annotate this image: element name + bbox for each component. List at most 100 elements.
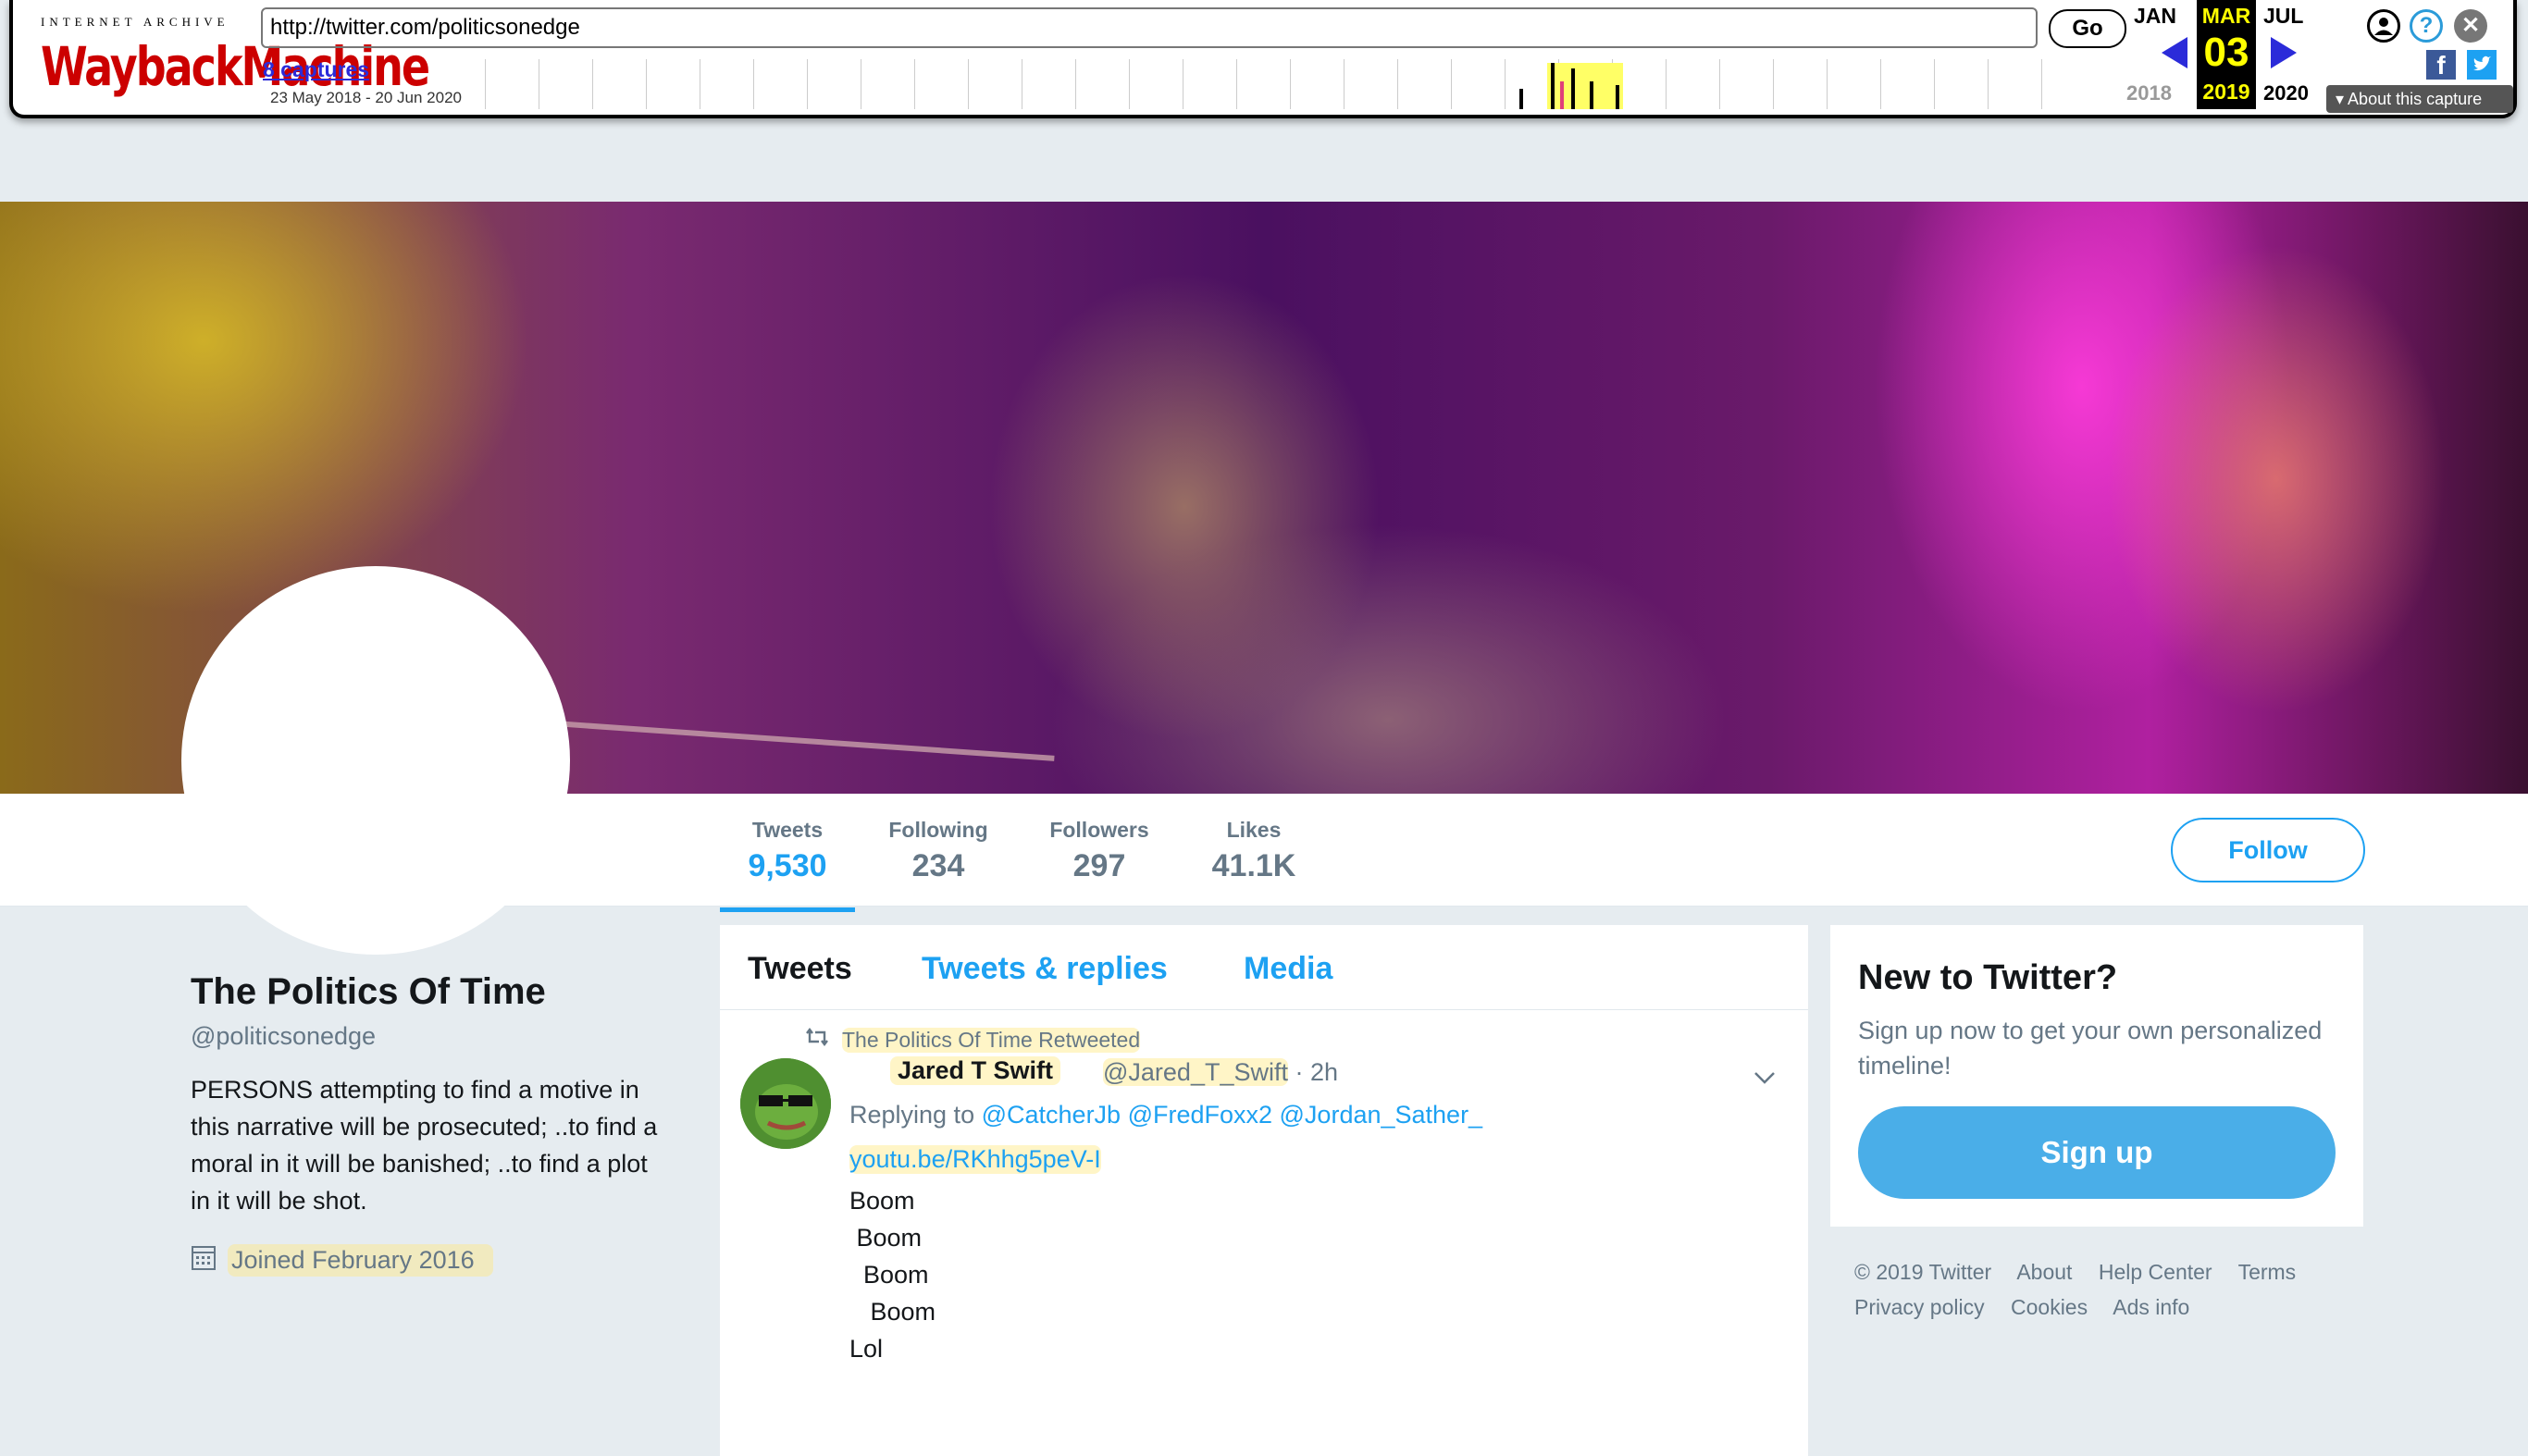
sparkline-tick [485,59,486,109]
retweet-context-text: The Politics Of Time Retweeted [842,1027,1141,1053]
wayback-next-year[interactable]: 2020 [2263,81,2309,105]
wayback-next-month[interactable]: JUL [2263,4,2303,29]
footer-copyright: © 2019 Twitter [1854,1260,1992,1284]
tweet-menu-chevron-down-icon[interactable] [1753,1066,1777,1090]
tweet-link[interactable]: youtu.be/RKhhg5peV-I [849,1145,1101,1174]
sparkline-tick [914,59,915,109]
retweet-icon [805,1027,829,1053]
profile-avatar[interactable] [181,566,570,955]
tweet-body: Boom Boom Boom Boom Lol [849,1187,936,1363]
tweet-replying-prefix: Replying to [849,1101,975,1129]
tweet-author-handle[interactable]: @Jared_T_Swift · 2h [1103,1058,1338,1087]
sparkline-tick [1505,59,1506,109]
tweet-author-avatar[interactable] [740,1058,831,1149]
help-icon[interactable]: ? [2410,9,2443,43]
tweet-replying-to: Replying to @CatcherJb @FredFoxx2 @Jorda… [849,1101,1482,1129]
wayback-current-day: 03 [2203,30,2249,75]
wayback-capture-range: 23 May 2018 - 20 Jun 2020 [270,89,462,106]
profile-bio: PERSONS attempting to find a motive in t… [191,1076,658,1215]
sparkline-tick [1236,59,1237,109]
wayback-current-month: MAR [2201,4,2251,28]
footer-link-help-center[interactable]: Help Center [2099,1260,2212,1284]
profile-card: The Politics Of Time @politicsonedge PER… [191,971,672,1277]
wayback-prev-arrow-icon[interactable] [2162,37,2187,68]
wayback-logo[interactable]: INTERNET ARCHIVE WaybackMachine [41,15,430,98]
footer-link-terms[interactable]: Terms [2238,1260,2297,1284]
wayback-about-capture[interactable]: ▾ About this capture [2326,85,2513,113]
sparkline-tick [1451,59,1452,109]
sparkline-bar [1616,85,1619,109]
footer-link-cookies[interactable]: Cookies [2011,1295,2088,1319]
calendar-icon [191,1243,217,1277]
stat-following-label: Following [888,818,988,842]
profile-handle[interactable]: @politicsonedge [191,1022,672,1051]
stat-tweets[interactable]: Tweets 9,530 [720,818,855,912]
sparkline-tick [1666,59,1667,109]
sparkline-tick [1988,59,1989,109]
footer-link-privacy[interactable]: Privacy policy [1854,1295,1985,1319]
sparkline-bar [1590,81,1593,109]
sparkline-tick [1719,59,1720,109]
sparkline-tick [2041,59,2042,109]
wayback-logo-top: INTERNET ARCHIVE [41,15,229,29]
wayback-prev-month[interactable]: JAN [2134,4,2176,29]
profile-joined-date: Joined February 2016 [228,1244,493,1277]
sparkline-bar [1571,68,1575,109]
tab-tweets-replies[interactable]: Tweets & replies [922,951,1168,987]
stat-followers-value: 297 [1072,848,1126,883]
wayback-url-input[interactable]: http://twitter.com/politicsonedge [261,7,2038,48]
sparkline-tick [646,59,647,109]
banner-mic-stand [555,721,1055,761]
tweet-author-name[interactable]: Jared T Swift [890,1056,1061,1085]
tweet-time[interactable]: · 2h [1295,1058,1339,1086]
footer-link-ads-info[interactable]: Ads info [2113,1295,2189,1319]
sparkline-tick [1934,59,1935,109]
sparkline-tick [1290,59,1291,109]
signup-subtitle: Sign up now to get your own personalized… [1858,1017,2323,1080]
signup-button[interactable]: Sign up [1858,1106,2336,1199]
wayback-captures-link[interactable]: 8 captures [263,57,369,82]
wayback-next-arrow-icon[interactable] [2271,37,2297,68]
sparkline-tick [1880,59,1881,109]
signup-card: New to Twitter? Sign up now to get your … [1830,925,2363,1227]
tweet-author-handle-text: @Jared_T_Swift [1103,1058,1288,1086]
sparkline-tick [753,59,754,109]
caret-down-icon: ▾ [2336,90,2348,108]
sparkline-bar [1551,63,1555,109]
timeline: Tweets Tweets & replies Media The Politi… [720,925,1808,1456]
sparkline-current-highlight [1547,63,1623,109]
tab-media[interactable]: Media [1244,951,1332,987]
wayback-prev-year[interactable]: 2018 [2126,81,2172,105]
sparkline-tick [1075,59,1076,109]
follow-button[interactable]: Follow [2171,818,2365,882]
facebook-icon[interactable]: f [2426,50,2456,80]
user-account-icon[interactable] [2367,9,2400,43]
stat-followers[interactable]: Followers 297 [1044,818,1155,884]
timeline-tabs: Tweets Tweets & replies Media [720,925,1808,1010]
stat-likes-value: 41.1K [1211,848,1296,883]
tweet-replying-handles[interactable]: @CatcherJb @FredFoxx2 @Jordan_Sather_ [982,1101,1482,1129]
stat-followers-label: Followers [1049,818,1149,842]
stat-tweets-value: 9,530 [748,848,827,883]
close-icon[interactable]: ✕ [2454,9,2487,43]
sparkline-tick [1773,59,1774,109]
sparkline-bar [1519,89,1523,109]
twitter-share-icon[interactable] [2467,50,2497,80]
stat-tweets-label: Tweets [751,818,824,842]
sparkline-tick [1827,59,1828,109]
sparkline-tick [1344,59,1345,109]
wayback-current-capture: MAR 03 2019 [2197,0,2256,109]
stat-likes[interactable]: Likes 41.1K [1203,818,1305,884]
stat-following[interactable]: Following 234 [883,818,994,884]
wayback-about-label: About this capture [2348,90,2483,108]
sparkline-tick [1129,59,1130,109]
wayback-go-button[interactable]: Go [2049,9,2126,48]
sparkline-tick [968,59,969,109]
tab-tweets[interactable]: Tweets [748,951,852,987]
wayback-logo-main: WaybackMachine [41,35,430,98]
footer-link-about[interactable]: About [2016,1260,2072,1284]
profile-joined-row: Joined February 2016 [191,1243,672,1277]
signup-title: New to Twitter? [1858,958,2118,997]
wayback-sparkline[interactable] [485,59,2132,113]
profile-name[interactable]: The Politics Of Time [191,971,672,1013]
